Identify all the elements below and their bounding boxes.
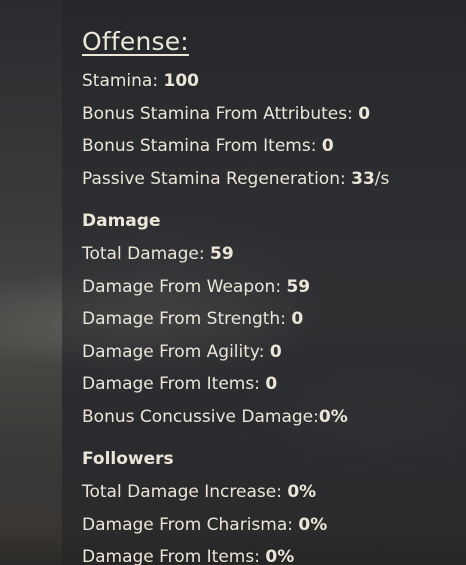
followers-heading: Followers (82, 449, 174, 469)
stat-label: Bonus Stamina From Items: (82, 136, 322, 156)
stat-value: 33 (351, 168, 375, 189)
stats-content: Offense: Stamina: 100 Bonus Stamina From… (82, 26, 462, 565)
stat-label: Total Damage Increase: (82, 482, 288, 502)
stat-followers-damage-items: Damage From Items: 0% (82, 541, 462, 565)
stat-bonus-stamina-attributes: Bonus Stamina From Attributes: 0 (82, 98, 462, 131)
stat-stamina: Stamina: 100 (82, 65, 462, 98)
stat-value: 0 (291, 309, 304, 329)
stat-damage-agility: Damage From Agility: 0 (82, 336, 462, 369)
stat-value: 59 (286, 276, 311, 297)
stat-damage-items: Damage From Items: 0 (82, 368, 462, 401)
stat-suffix: /s (374, 168, 390, 189)
stat-label: Damage From Strength: (82, 309, 292, 329)
stat-value: 0 (321, 136, 334, 156)
stat-label: Damage From Items: (82, 374, 266, 394)
stat-bonus-stamina-items: Bonus Stamina From Items: 0 (82, 130, 462, 163)
stat-value: 59 (209, 244, 234, 264)
stat-followers-damage-charisma: Damage From Charisma: 0% (82, 509, 462, 542)
stat-value: 0% (298, 514, 328, 535)
stat-followers-total-damage-increase: Total Damage Increase: 0% (82, 476, 462, 509)
stat-value: 0 (265, 374, 278, 394)
stat-label: Total Damage: (82, 244, 210, 264)
stat-bonus-concussive-damage: Bonus Concussive Damage:0% (82, 401, 462, 434)
stat-value: 0 (269, 341, 282, 362)
stat-damage-strength: Damage From Strength: 0 (82, 303, 462, 336)
stat-label: Stamina: (82, 71, 164, 91)
damage-heading: Damage (82, 211, 161, 231)
stat-label: Passive Stamina Regeneration: (82, 168, 352, 189)
stat-label: Damage From Weapon: (82, 276, 287, 297)
stat-value: 100 (163, 71, 199, 91)
stat-passive-stamina-regen: Passive Stamina Regeneration: 33/s (82, 163, 462, 196)
stat-label: Bonus Concussive Damage: (82, 406, 319, 427)
stat-value: 0% (318, 406, 348, 427)
stat-label: Damage From Agility: (82, 341, 270, 362)
stat-total-damage: Total Damage: 59 (82, 238, 462, 271)
game-background: Offense: Stamina: 100 Bonus Stamina From… (0, 0, 466, 565)
offense-title: Offense: (82, 27, 189, 56)
stat-value: 0 (358, 103, 371, 124)
stat-value: 0% (265, 547, 295, 565)
stat-label: Bonus Stamina From Attributes: (82, 103, 359, 124)
stat-value: 0% (287, 482, 317, 502)
stat-label: Damage From Items: (82, 547, 266, 565)
stat-damage-weapon: Damage From Weapon: 59 (82, 271, 462, 304)
stat-label: Damage From Charisma: (82, 514, 299, 535)
